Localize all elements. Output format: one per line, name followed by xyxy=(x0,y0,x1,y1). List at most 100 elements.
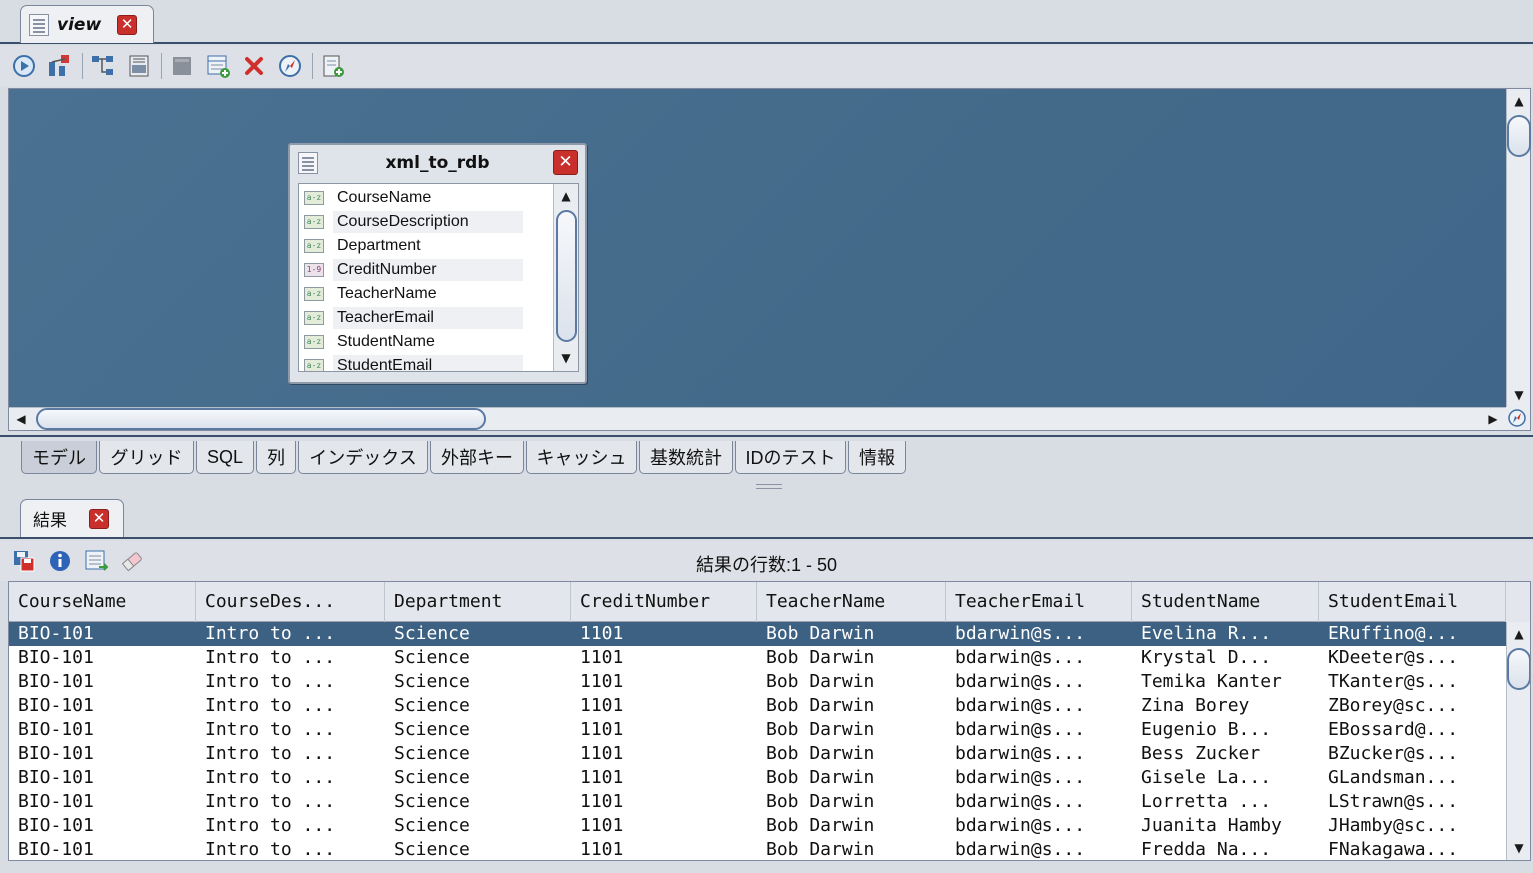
diagram-canvas[interactable]: xml_to_rdb ✕ a-z CourseName a-z CourseDescr… xyxy=(8,88,1531,431)
table-cell[interactable]: KDeeter@s... xyxy=(1319,646,1506,670)
grid-vertical-scrollbar[interactable]: ▲ ▼ xyxy=(1506,622,1530,860)
table-cell[interactable]: TKanter@s... xyxy=(1319,670,1506,694)
delete-icon[interactable] xyxy=(240,52,268,80)
table-cell[interactable]: Krystal D... xyxy=(1132,646,1319,670)
table-cell[interactable]: Eugenio B... xyxy=(1132,718,1319,742)
table-cell[interactable]: bdarwin@s... xyxy=(946,718,1132,742)
column-header[interactable]: StudentName xyxy=(1132,582,1319,622)
table-row[interactable]: BIO-101 Intro to ... Science 1101 Bob Darwin… xyxy=(9,838,1506,860)
scroll-thumb[interactable] xyxy=(556,210,577,342)
table-row[interactable]: BIO-101 Intro to ... Science 1101 Bob Darwin… xyxy=(9,766,1506,790)
table-cell[interactable]: Science xyxy=(385,766,571,790)
scroll-up-arrow-icon[interactable]: ▲ xyxy=(1509,91,1529,111)
scroll-down-arrow-icon[interactable]: ▼ xyxy=(1509,838,1529,858)
close-icon[interactable]: ✕ xyxy=(89,508,109,529)
table-cell[interactable]: Science xyxy=(385,718,571,742)
canvas-horizontal-scrollbar[interactable]: ◀ ▶ xyxy=(9,407,1506,430)
column-item[interactable]: a-z TeacherEmail xyxy=(299,306,551,330)
table-cell[interactable]: Intro to ... xyxy=(196,742,385,766)
table-row[interactable]: BIO-101 Intro to ... Science 1101 Bob Darwin… xyxy=(9,814,1506,838)
table-cell[interactable]: bdarwin@s... xyxy=(946,622,1132,646)
column-header[interactable]: StudentEmail xyxy=(1319,582,1506,622)
column-item[interactable]: a-z StudentEmail xyxy=(299,354,551,371)
table-cell[interactable]: Intro to ... xyxy=(196,622,385,646)
table-row[interactable]: BIO-101 Intro to ... Science 1101 Bob Darwin… xyxy=(9,790,1506,814)
column-item[interactable]: a-z CourseDescription xyxy=(299,210,551,234)
add-table-icon[interactable] xyxy=(204,52,232,80)
table-cell[interactable]: ERuffino@... xyxy=(1319,622,1506,646)
tab-cardinality[interactable]: 基数統計 xyxy=(639,441,733,474)
scroll-thumb[interactable] xyxy=(1507,648,1530,690)
table-cell[interactable]: Zina Borey xyxy=(1132,694,1319,718)
table-cell[interactable]: Bob Darwin xyxy=(757,838,946,860)
table-cell[interactable]: 1101 xyxy=(571,718,757,742)
tab-foreign-keys[interactable]: 外部キー xyxy=(430,441,524,474)
table-cell[interactable]: Gisele La... xyxy=(1132,766,1319,790)
table-cell[interactable]: Bob Darwin xyxy=(757,742,946,766)
column-header[interactable]: CourseName xyxy=(9,582,196,622)
tab-columns[interactable]: 列 xyxy=(256,441,296,474)
tab-results[interactable]: 結果 ✕ xyxy=(20,499,124,537)
table-cell[interactable]: bdarwin@s... xyxy=(946,766,1132,790)
table-cell[interactable]: Intro to ... xyxy=(196,838,385,860)
table-cell[interactable]: BIO-101 xyxy=(9,814,196,838)
table-cell[interactable]: ZBorey@sc... xyxy=(1319,694,1506,718)
table-cell[interactable]: Intro to ... xyxy=(196,646,385,670)
table-cell[interactable]: 1101 xyxy=(571,838,757,860)
diagram-area[interactable]: xml_to_rdb ✕ a-z CourseName a-z CourseDescr… xyxy=(9,89,1506,407)
table-cell[interactable]: Bob Darwin xyxy=(757,718,946,742)
table-cell[interactable]: Intro to ... xyxy=(196,670,385,694)
tab-sql[interactable]: SQL xyxy=(196,441,254,474)
column-header[interactable]: TeacherName xyxy=(757,582,946,622)
table-cell[interactable]: 1101 xyxy=(571,790,757,814)
scroll-right-arrow-icon[interactable]: ▶ xyxy=(1483,409,1503,429)
scroll-up-arrow-icon[interactable]: ▲ xyxy=(1509,624,1529,644)
column-header[interactable]: CourseDes... xyxy=(196,582,385,622)
table-cell[interactable]: 1101 xyxy=(571,766,757,790)
table-cell[interactable]: 1101 xyxy=(571,814,757,838)
table-row[interactable]: BIO-101 Intro to ... Science 1101 Bob Darwin… xyxy=(9,718,1506,742)
table-cell[interactable]: bdarwin@s... xyxy=(946,742,1132,766)
print-icon[interactable] xyxy=(125,52,153,80)
tab-id-test[interactable]: IDのテスト xyxy=(735,441,846,474)
table-cell[interactable]: BIO-101 xyxy=(9,694,196,718)
column-header[interactable]: TeacherEmail xyxy=(946,582,1132,622)
column-item[interactable]: a-z StudentName xyxy=(299,330,551,354)
table-cell[interactable]: Science xyxy=(385,694,571,718)
compass-icon[interactable] xyxy=(276,52,304,80)
table-cell[interactable]: BIO-101 xyxy=(9,718,196,742)
table-cell[interactable]: Intro to ... xyxy=(196,790,385,814)
table-cell[interactable]: Bob Darwin xyxy=(757,646,946,670)
table-cell[interactable]: 1101 xyxy=(571,646,757,670)
column-item[interactable]: a-z Department xyxy=(299,234,551,258)
tab-grid[interactable]: グリッド xyxy=(99,441,194,474)
table-cell[interactable]: JHamby@sc... xyxy=(1319,814,1506,838)
table-cell[interactable]: Bob Darwin xyxy=(757,622,946,646)
scroll-down-arrow-icon[interactable]: ▼ xyxy=(556,348,576,368)
table-cell[interactable]: bdarwin@s... xyxy=(946,646,1132,670)
table-cell[interactable]: Science xyxy=(385,814,571,838)
schema-icon[interactable] xyxy=(46,52,74,80)
table-cell[interactable]: BIO-101 xyxy=(9,742,196,766)
column-list-scrollbar[interactable]: ▲ ▼ xyxy=(553,184,578,371)
table-cell[interactable]: Science xyxy=(385,646,571,670)
tab-view[interactable]: view ✕ xyxy=(20,5,154,43)
table-cell[interactable]: Bob Darwin xyxy=(757,790,946,814)
column-header[interactable]: Department xyxy=(385,582,571,622)
table-row[interactable]: BIO-101 Intro to ... Science 1101 Bob Darwin… xyxy=(9,742,1506,766)
table-cell[interactable]: Intro to ... xyxy=(196,718,385,742)
table-cell[interactable]: bdarwin@s... xyxy=(946,838,1132,860)
table-cell[interactable]: FNakagawa... xyxy=(1319,838,1506,860)
scroll-down-arrow-icon[interactable]: ▼ xyxy=(1509,385,1529,405)
scroll-thumb[interactable] xyxy=(36,408,486,430)
column-item[interactable]: 1-9 CreditNumber xyxy=(299,258,551,282)
column-item[interactable]: a-z TeacherName xyxy=(299,282,551,306)
table-row[interactable]: BIO-101 Intro to ... Science 1101 Bob Darwin… xyxy=(9,646,1506,670)
table-cell[interactable]: BIO-101 xyxy=(9,790,196,814)
table-cell[interactable]: 1101 xyxy=(571,670,757,694)
table-cell[interactable]: Science xyxy=(385,622,571,646)
table-widget-title-bar[interactable]: xml_to_rdb ✕ xyxy=(290,145,585,181)
table-cell[interactable]: Bob Darwin xyxy=(757,694,946,718)
tab-info[interactable]: 情報 xyxy=(848,441,906,474)
table-cell[interactable]: bdarwin@s... xyxy=(946,694,1132,718)
